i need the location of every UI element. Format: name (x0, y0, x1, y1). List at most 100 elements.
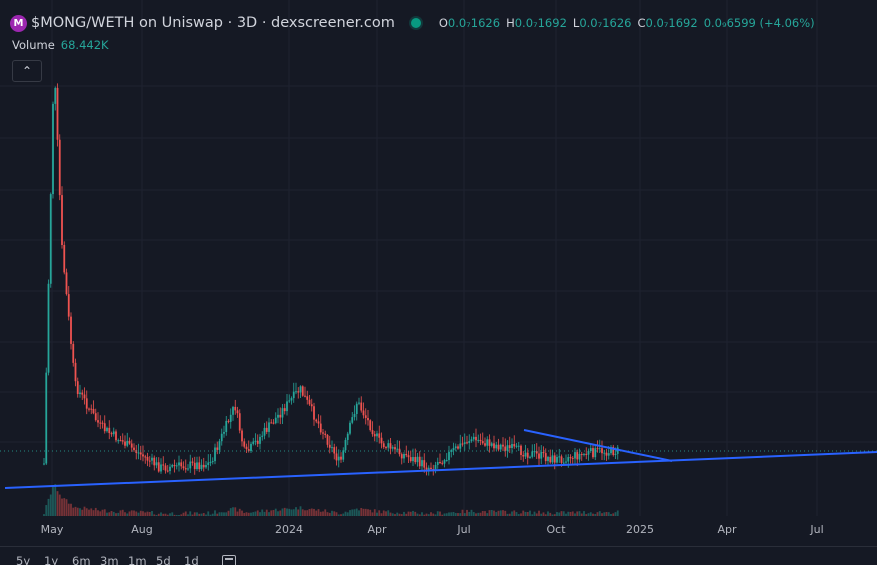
token-logo-icon: M (10, 14, 27, 32)
candle-body (74, 362, 77, 382)
candle-body (175, 465, 178, 467)
volume-bar (387, 510, 390, 516)
volume-bar (502, 510, 504, 516)
candle-body (569, 457, 572, 459)
volume-bar (499, 510, 502, 516)
volume-bar (607, 512, 610, 516)
candle-body (547, 456, 549, 462)
candle-body (63, 245, 66, 273)
price-chart[interactable]: May Aug 2024 Apr Jul Oct 2025 Apr Jul (0, 0, 877, 546)
time-axis-label: 2025 (626, 523, 654, 536)
candle-body (409, 457, 412, 462)
range-1m-button[interactable]: 1m (128, 554, 156, 565)
volume-bar (247, 512, 250, 516)
volume-bar (405, 513, 408, 516)
volume-bar (54, 484, 57, 516)
volume-bar (427, 514, 430, 516)
volume-bar (331, 510, 333, 516)
candle-body (488, 439, 491, 446)
volume-bar (117, 512, 120, 516)
volume-bar (88, 509, 90, 516)
range-6m-button[interactable]: 6m (72, 554, 100, 565)
volume-bar (439, 511, 441, 516)
candle-body (160, 464, 162, 472)
volume-bar (529, 510, 531, 516)
candle-body (189, 461, 192, 469)
volume-bar (180, 514, 183, 516)
candle-body (349, 422, 351, 434)
volume-bar (436, 511, 439, 516)
volume-bar (594, 514, 597, 516)
volume-bar (76, 507, 79, 516)
candle-body (340, 456, 342, 460)
volume-bar (598, 511, 601, 516)
volume-bar (45, 505, 48, 516)
time-axis-label: Apr (717, 523, 737, 536)
candle-body (538, 453, 540, 459)
candle-body (560, 456, 563, 463)
candle-body (290, 398, 293, 401)
volume-bar (416, 513, 419, 516)
trendlines[interactable] (0, 429, 877, 489)
volume-bar (614, 512, 617, 516)
volume-bar (558, 512, 561, 516)
volume-bar (139, 510, 142, 516)
candle-body (187, 468, 189, 470)
range-1d-button[interactable]: 1d (184, 554, 212, 565)
candle-body (56, 87, 59, 140)
candle-body (250, 443, 252, 452)
volume-bar (81, 509, 84, 516)
candle-body (475, 436, 477, 441)
candle-body (351, 417, 354, 423)
volume-bar (369, 509, 372, 516)
collapse-legend-button[interactable]: ⌃ (12, 60, 42, 82)
candle-body (124, 441, 126, 446)
volume-bar (130, 510, 133, 516)
candle-body (304, 395, 306, 397)
volume-bar (58, 494, 61, 516)
volume-bar (576, 511, 579, 516)
volume-bar (412, 510, 414, 516)
candle-body (308, 399, 311, 405)
candle-body (162, 464, 165, 466)
volume-bar (355, 508, 358, 516)
volume-bar (479, 512, 482, 516)
volume-bar (182, 512, 185, 516)
volume-bar (256, 510, 259, 516)
volume-bar (513, 510, 516, 516)
grid-lines (0, 0, 877, 516)
candle-body (342, 450, 345, 460)
candle-body (135, 450, 138, 453)
volume-bar (47, 498, 50, 516)
volume-bar (232, 507, 234, 516)
candle-body (430, 467, 432, 470)
candle-body (81, 392, 84, 395)
candle-body (263, 427, 266, 436)
volume-bar (443, 513, 446, 516)
volume-bar (214, 510, 216, 516)
candle-body (144, 456, 147, 458)
candle-body (283, 408, 286, 412)
range-1y-button[interactable]: 1y (44, 554, 72, 565)
candle-body (43, 463, 45, 465)
volume-bar (283, 507, 286, 516)
volume-bar (99, 511, 102, 516)
candle-body (380, 437, 383, 444)
volume-bar (142, 511, 144, 516)
volume-bar (340, 514, 342, 516)
volume-bar (157, 513, 160, 516)
ohlc-close: C0.0₇1692 (637, 16, 698, 30)
volume-bar (281, 508, 284, 516)
volume-value: 68.442K (60, 38, 109, 52)
candle-body (436, 461, 439, 465)
volume-bar (121, 509, 124, 516)
volume-bar (290, 509, 293, 516)
volume-bar (567, 511, 570, 516)
candle-body (558, 456, 561, 458)
range-3m-button[interactable]: 3m (100, 554, 128, 565)
range-5y-button[interactable]: 5y (16, 554, 44, 565)
range-5d-button[interactable]: 5d (156, 554, 184, 565)
volume-bar (133, 510, 135, 516)
calendar-icon[interactable] (222, 555, 236, 565)
volume-bar (151, 511, 153, 516)
